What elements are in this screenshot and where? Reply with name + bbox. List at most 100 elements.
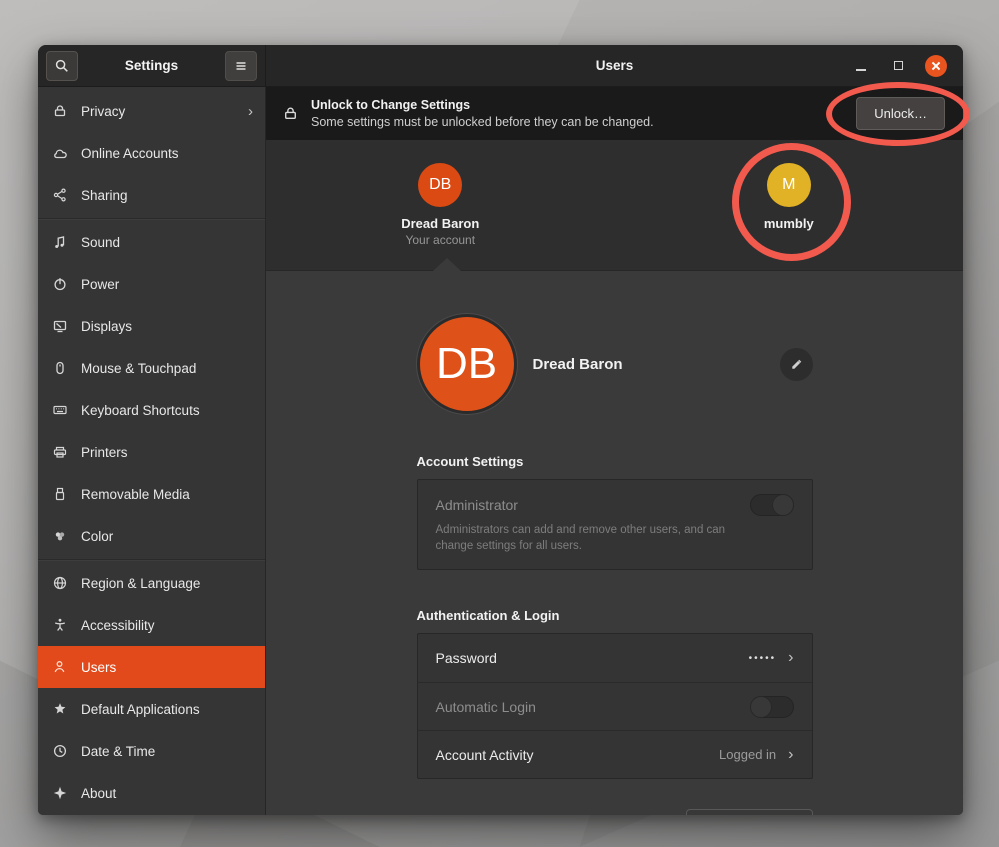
sidebar-item-date-time[interactable]: Date & Time (38, 730, 265, 772)
chevron-right-icon: › (248, 104, 253, 119)
sidebar-item-region-language[interactable]: Region & Language (38, 562, 265, 604)
power-icon (52, 276, 68, 292)
sidebar-separator (38, 218, 265, 219)
sidebar-item-label: Sound (81, 235, 253, 250)
sidebar-item-mouse-touchpad[interactable]: Mouse & Touchpad (38, 347, 265, 389)
automatic-login-toggle[interactable] (750, 696, 794, 718)
auth-login-card: Password ••••• › Automatic Login (417, 633, 813, 779)
sidebar-item-sound[interactable]: Sound (38, 221, 265, 263)
sidebar-item-label: Date & Time (81, 744, 253, 759)
sidebar-item-privacy[interactable]: Privacy › (38, 90, 265, 132)
search-icon (54, 58, 70, 74)
carousel-user-mumbly[interactable]: M mumbly (699, 163, 879, 231)
lock-icon (282, 105, 299, 122)
carousel-user-dread-baron[interactable]: DB Dread Baron Your account (350, 163, 530, 247)
minimize-button[interactable] (851, 56, 871, 76)
sidebar-item-sharing[interactable]: Sharing (38, 174, 265, 216)
unlock-banner: Unlock to Change Settings Some settings … (266, 87, 963, 140)
flash-drive-icon (52, 486, 68, 502)
unlock-banner-title: Unlock to Change Settings (311, 97, 654, 114)
color-dots-icon (52, 528, 68, 544)
music-note-icon (52, 234, 68, 250)
edit-name-button[interactable] (780, 348, 813, 381)
sidebar-item-label: Default Applications (81, 702, 253, 717)
sidebar-item-label: Sharing (81, 188, 253, 203)
unlock-banner-text: Unlock to Change Settings Some settings … (311, 97, 654, 131)
search-button[interactable] (46, 51, 78, 81)
monitor-icon (52, 318, 68, 334)
sidebar-item-label: Privacy (81, 104, 235, 119)
sidebar-item-label: Users (81, 660, 253, 675)
auth-login-heading: Authentication & Login (417, 608, 813, 623)
carousel-user-name: mumbly (764, 216, 814, 231)
toggle-knob (750, 696, 772, 718)
sidebar-item-default-applications[interactable]: Default Applications (38, 688, 265, 730)
account-activity-value: Logged in (719, 747, 776, 762)
keyboard-icon (52, 402, 68, 418)
sidebar-item-label: Power (81, 277, 253, 292)
close-button[interactable] (925, 55, 947, 77)
chevron-right-icon: › (788, 650, 793, 666)
profile-avatar[interactable]: DB (417, 314, 517, 414)
account-activity-label: Account Activity (436, 747, 534, 763)
clock-icon (52, 743, 68, 759)
sidebar-item-users[interactable]: Users (38, 646, 265, 688)
sidebar-item-label: Displays (81, 319, 253, 334)
toggle-knob (772, 494, 794, 516)
sidebar: Privacy › Online Accounts Sharing Sound … (38, 87, 266, 815)
sidebar-item-online-accounts[interactable]: Online Accounts (38, 132, 265, 174)
sidebar-item-printers[interactable]: Printers (38, 431, 265, 473)
profile-name: Dread Baron (533, 356, 623, 373)
cloud-icon (52, 145, 68, 161)
sidebar-item-label: Keyboard Shortcuts (81, 403, 253, 418)
desktop-background: Settings Users Privacy (0, 0, 999, 847)
sidebar-item-label: About (81, 786, 253, 801)
lock-icon (52, 103, 68, 119)
remove-user-button[interactable]: Remove User… (686, 809, 812, 815)
remove-user-row: Remove User… (417, 809, 813, 815)
sidebar-item-label: Removable Media (81, 487, 253, 502)
password-value: ••••• (749, 653, 777, 664)
sidebar-item-removable-media[interactable]: Removable Media (38, 473, 265, 515)
pencil-icon (789, 357, 804, 372)
administrator-description: Administrators can add and remove other … (436, 523, 746, 554)
password-row[interactable]: Password ••••• › (418, 634, 812, 682)
automatic-login-label: Automatic Login (436, 699, 536, 715)
globe-icon (52, 575, 68, 591)
maximize-icon (894, 61, 903, 70)
carousel-user-subtitle: Your account (405, 233, 475, 247)
sidebar-item-power[interactable]: Power (38, 263, 265, 305)
administrator-row: Administrator Administrators can add and… (418, 480, 812, 569)
sidebar-separator (38, 559, 265, 560)
hamburger-menu-icon (233, 58, 249, 74)
automatic-login-row: Automatic Login (418, 682, 812, 730)
unlock-button[interactable]: Unlock… (856, 97, 945, 130)
unlock-banner-subtitle: Some settings must be unlocked before th… (311, 114, 654, 131)
sidebar-item-label: Region & Language (81, 576, 253, 591)
administrator-toggle[interactable] (750, 494, 794, 516)
printer-icon (52, 444, 68, 460)
sidebar-item-accessibility[interactable]: Accessibility (38, 604, 265, 646)
sidebar-item-color[interactable]: Color (38, 515, 265, 557)
account-activity-row[interactable]: Account Activity Logged in › (418, 730, 812, 778)
sparkle-icon (52, 785, 68, 801)
chevron-right-icon: › (788, 747, 793, 763)
sidebar-item-keyboard-shortcuts[interactable]: Keyboard Shortcuts (38, 389, 265, 431)
mouse-icon (52, 360, 68, 376)
app-title: Settings (78, 58, 225, 73)
password-label: Password (436, 650, 497, 666)
window-controls (851, 45, 947, 86)
user-details: DB Dread Baron Account Settings Admini (266, 271, 963, 815)
sidebar-header: Settings (38, 45, 266, 87)
profile-row: DB Dread Baron (417, 314, 813, 414)
avatar-mumbly: M (767, 163, 811, 207)
sidebar-item-about[interactable]: About (38, 772, 265, 814)
titlebar: Users (266, 45, 963, 87)
primary-menu-button[interactable] (225, 51, 257, 81)
maximize-button[interactable] (888, 56, 908, 76)
accessibility-person-icon (52, 617, 68, 633)
carousel-user-name: Dread Baron (401, 216, 479, 231)
administrator-label: Administrator (436, 497, 518, 513)
sidebar-item-displays[interactable]: Displays (38, 305, 265, 347)
users-panel: Unlock to Change Settings Some settings … (266, 87, 963, 815)
